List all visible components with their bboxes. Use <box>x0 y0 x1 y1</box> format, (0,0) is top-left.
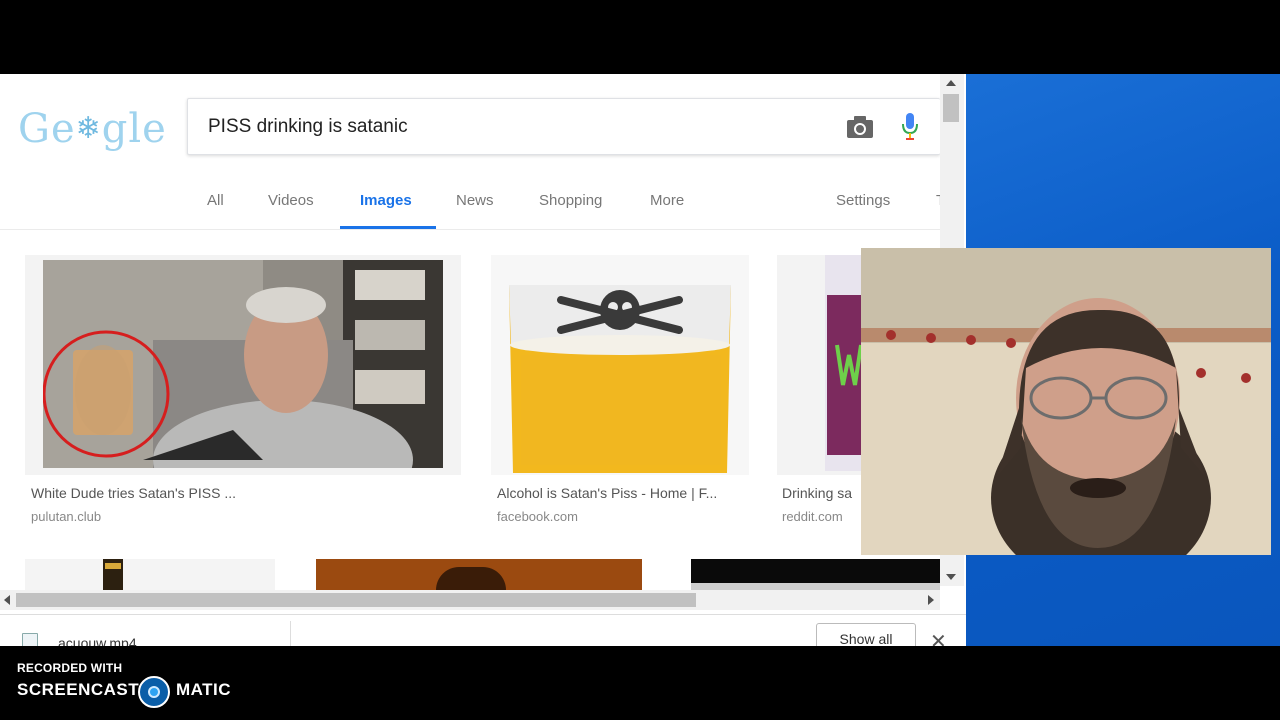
image-result-1[interactable] <box>25 255 461 475</box>
result-caption-2[interactable]: Alcohol is Satan's Piss - Home | F... <box>497 485 717 501</box>
result-thumbnail[interactable] <box>491 255 749 475</box>
logo-text-end: gle <box>101 106 167 152</box>
horizontal-scrollbar[interactable] <box>0 590 940 610</box>
scroll-down-arrow-icon[interactable] <box>946 574 956 580</box>
horizontal-scroll-thumb[interactable] <box>16 593 696 607</box>
video-frame: Ge❄gle PISS drinking is satanic All Vide… <box>0 0 1280 720</box>
chevron-up-icon[interactable]: ︿ <box>252 637 266 646</box>
brand-name-left: SCREENCAST <box>17 680 140 699</box>
scroll-up-arrow-icon[interactable] <box>946 80 956 86</box>
search-input[interactable]: PISS drinking is satanic <box>208 116 408 138</box>
person-thumbnail <box>436 567 506 590</box>
tab-settings[interactable]: Settings <box>836 192 890 209</box>
camera-icon[interactable] <box>846 115 874 139</box>
result-domain-2[interactable]: facebook.com <box>497 509 578 524</box>
tab-shopping[interactable]: Shopping <box>539 192 602 209</box>
tab-news[interactable]: News <box>456 192 494 209</box>
search-tabs: All Videos Images News Shopping More Set… <box>0 182 945 230</box>
tab-all[interactable]: All <box>207 192 224 209</box>
google-doodle-logo[interactable]: Ge❄gle <box>18 104 166 154</box>
tab-more[interactable]: More <box>650 192 684 209</box>
tab-videos[interactable]: Videos <box>268 192 314 209</box>
image-result-3[interactable] <box>777 255 867 475</box>
logo-text-start: Ge <box>18 106 76 152</box>
image-result-6[interactable] <box>691 559 940 590</box>
screencast-logo-icon <box>138 676 170 708</box>
dark-thumbnail-band <box>691 583 940 590</box>
result-domain-3[interactable]: reddit.com <box>782 509 843 524</box>
show-all-button[interactable]: Show all <box>816 623 916 646</box>
webcam-overlay <box>861 248 1271 555</box>
result-thumbnail[interactable] <box>43 260 443 468</box>
bottle-label <box>105 563 121 569</box>
vertical-scroll-thumb[interactable] <box>943 94 959 122</box>
image-result-2[interactable] <box>491 255 749 475</box>
beer-skull-image <box>491 255 749 475</box>
scroll-right-arrow-icon[interactable] <box>928 595 934 605</box>
recorded-with-label: RECORDED WITH <box>17 661 123 675</box>
result-caption-3[interactable]: Drinking sa <box>782 485 852 501</box>
scroll-left-arrow-icon[interactable] <box>4 595 10 605</box>
download-filename[interactable]: acuouw.mp4 <box>58 635 137 646</box>
result-domain-1[interactable]: pulutan.club <box>31 509 101 524</box>
snowflake-icon: ❄ <box>75 111 102 146</box>
result-caption-1[interactable]: White Dude tries Satan's PISS ... <box>31 485 236 501</box>
image-result-5[interactable] <box>316 559 642 590</box>
image-result-4[interactable] <box>25 559 275 590</box>
man-drinking-image <box>43 260 443 468</box>
browser-window: Ge❄gle PISS drinking is satanic All Vide… <box>0 0 966 646</box>
tab-images[interactable]: Images <box>360 192 412 209</box>
brand-name-right: MATIC <box>176 680 232 699</box>
microphone-icon[interactable] <box>900 112 920 142</box>
file-icon <box>22 633 38 646</box>
search-box[interactable]: PISS drinking is satanic <box>187 98 940 155</box>
webcam-person-image <box>861 248 1271 555</box>
active-tab-indicator <box>340 226 436 229</box>
download-divider <box>290 621 291 646</box>
close-icon[interactable]: ✕ <box>930 629 947 646</box>
download-shelf: acuouw.mp4 ︿ Show all ✕ <box>0 614 966 646</box>
